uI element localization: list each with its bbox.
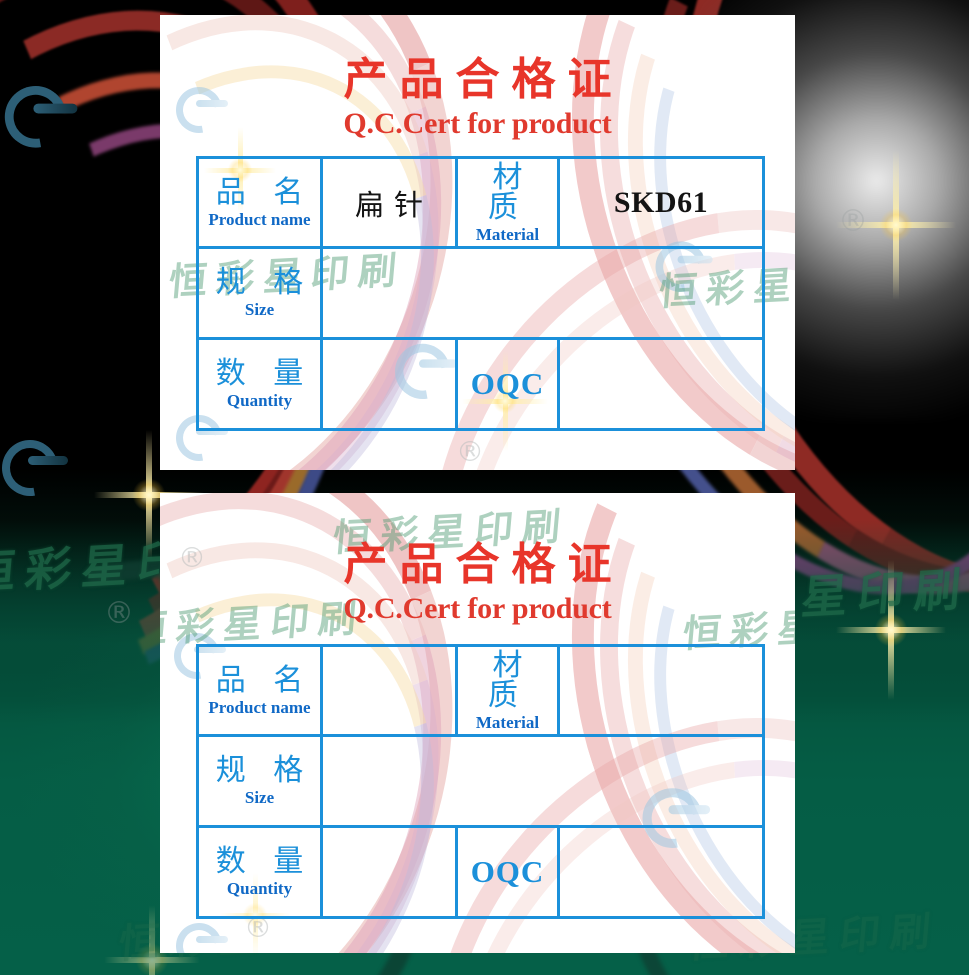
label-cn-product-name: 品 名 [215, 662, 313, 698]
cell-label-product-name: 品 名 Product name [196, 644, 323, 737]
cloud-swirl-icon [0, 73, 79, 160]
cell-label-oqc: OQC [455, 825, 560, 919]
cell-value-product-name[interactable] [320, 644, 458, 737]
sparkle-star-icon [836, 560, 946, 700]
registered-mark-icon: ® [838, 204, 868, 239]
cell-value-oqc[interactable] [557, 337, 765, 431]
label-cn-quantity: 数 量 [215, 844, 313, 879]
label-cn-product-name: 品 名 [215, 174, 313, 210]
certificate-table: 品 名 Product name 材 质 Material 规 格 Size 数… [196, 644, 765, 919]
label-en-material: Material [475, 224, 540, 244]
label-cn-size: 规 格 [215, 265, 313, 300]
certificate-title-en: Q.C.Cert for product [343, 592, 612, 625]
cell-label-quantity: 数 量 Quantity [196, 337, 323, 431]
cell-label-size: 规 格 Size [196, 734, 323, 828]
cell-value-quantity[interactable] [320, 825, 458, 919]
label-en-material: Material [475, 712, 540, 732]
table-row-size: 规 格 Size [196, 734, 765, 828]
cell-label-product-name: 品 名 Product name [196, 156, 323, 249]
table-row-product-name: 品 名 Product name 材 质 Material [196, 644, 765, 737]
cell-value-oqc[interactable] [557, 825, 765, 919]
table-row-size: 规 格 Size [196, 246, 765, 340]
label-en-size: Size [244, 300, 275, 319]
table-row-product-name: 品 名 Product name 扁针 材 质 Material SKD61 [196, 156, 765, 249]
certificate-table: 品 名 Product name 扁针 材 质 Material SKD61 规… [196, 156, 765, 431]
screenshot-canvas: 恒彩星印刷 恒彩星印刷 恒彩星印刷 恒彩星印刷 ® ® [0, 0, 969, 975]
cell-value-material[interactable]: SKD61 [557, 156, 765, 249]
label-cn-size: 规 格 [215, 753, 313, 788]
cell-value-material[interactable] [557, 644, 765, 737]
certificate-label-blank: 恒彩星印刷 恒彩星印刷 恒彩星印刷 ® ® 产品合格证 Q.C.Cert for… [160, 493, 795, 953]
cell-value-size[interactable] [320, 734, 765, 828]
cell-value-quantity[interactable] [320, 337, 458, 431]
label-cn-material: 材 质 [488, 159, 532, 225]
certificate-title-en: Q.C.Cert for product [343, 107, 612, 140]
cell-value-product-name[interactable]: 扁针 [320, 156, 458, 249]
label-content: 产品合格证 Q.C.Cert for product 品 名 Product n… [160, 493, 795, 953]
certificate-title-cn: 产品合格证 [343, 54, 624, 105]
label-en-size: Size [244, 788, 275, 807]
cell-label-oqc: OQC [455, 337, 560, 431]
table-row-quantity: 数 量 Quantity OQC [196, 825, 765, 919]
certificate-label-filled: 恒彩星印刷 恒彩星印刷 ® 产品合格证 Q.C.Cert for product… [160, 15, 795, 470]
cell-value-size[interactable] [320, 246, 765, 340]
label-cn-quantity: 数 量 [215, 356, 313, 391]
label-en-product-name: Product name [208, 697, 311, 717]
certificate-title-cn: 产品合格证 [343, 539, 624, 590]
cell-label-material: 材 质 Material [455, 156, 560, 249]
label-cn-material: 材 质 [488, 647, 532, 713]
label-content: 产品合格证 Q.C.Cert for product 品 名 Product n… [160, 15, 795, 470]
cell-label-quantity: 数 量 Quantity [196, 825, 323, 919]
cell-label-material: 材 质 Material [455, 644, 560, 737]
label-en-quantity: Quantity [226, 879, 293, 898]
cell-label-size: 规 格 Size [196, 246, 323, 340]
label-en-quantity: Quantity [226, 391, 293, 410]
registered-mark-icon: ® [104, 596, 134, 631]
label-en-product-name: Product name [208, 209, 311, 229]
table-row-quantity: 数 量 Quantity OQC [196, 337, 765, 431]
cloud-swirl-icon [0, 429, 69, 507]
